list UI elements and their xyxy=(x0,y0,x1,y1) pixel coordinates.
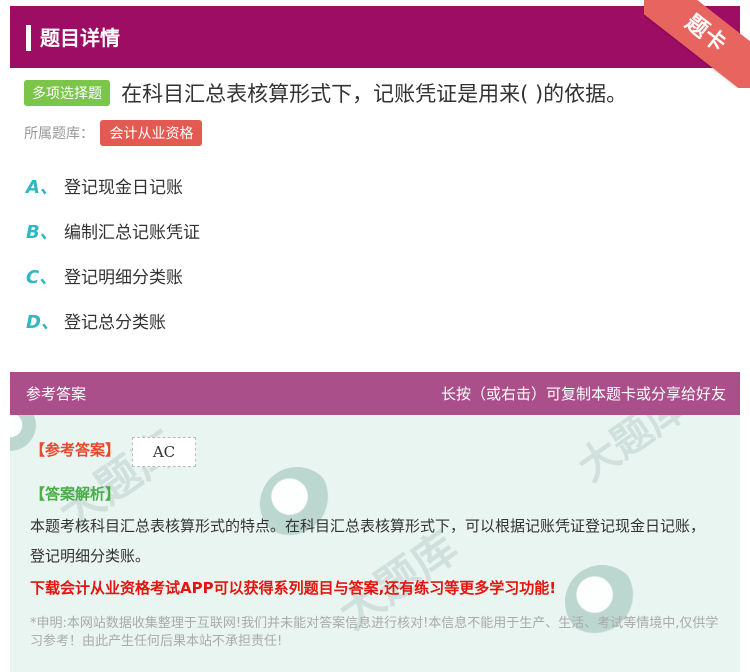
question-bank-row: 所属题库： 会计从业资格 xyxy=(24,120,203,146)
option-list: A、 登记现金日记账 B、 编制汇总记账凭证 C、 登记明细分类账 D、 登记总分类账 xyxy=(26,175,200,355)
option-b[interactable]: B、 编制汇总记账凭证 xyxy=(26,220,200,265)
option-letter: A、 xyxy=(26,177,58,198)
disclaimer-text: *申明:本网站数据收集整理于互联网!我们并未能对答案信息进行核对!本信息不能用于… xyxy=(30,616,719,649)
page-header: 题目详情 xyxy=(10,6,740,68)
analysis-text: 本题考核科目汇总表核算形式的特点。在科目汇总表核算形式下，可以根据记账凭证登记现… xyxy=(30,517,706,565)
question-stem: 多项选择题 在科目汇总表核算形式下，记账凭证是用来( )的依据。 xyxy=(24,78,724,108)
question-card-ribbon[interactable]: 题卡 xyxy=(644,0,750,88)
question-text: 在科目汇总表核算形式下，记账凭证是用来( )的依据。 xyxy=(121,82,628,106)
option-a[interactable]: A、 登记现金日记账 xyxy=(26,175,200,220)
option-letter: C、 xyxy=(26,267,58,288)
option-letter: D、 xyxy=(26,312,59,333)
header-accent-bar xyxy=(26,25,31,51)
question-type-tag: 多项选择题 xyxy=(24,80,110,106)
option-c[interactable]: C、 登记明细分类账 xyxy=(26,265,200,310)
option-text: 登记明细分类账 xyxy=(64,268,183,288)
reference-answer-label: 【参考答案】 xyxy=(30,441,121,459)
question-card-corner[interactable]: 题卡 xyxy=(644,0,750,88)
option-text: 编制汇总记账凭证 xyxy=(64,223,200,243)
answer-section-title: 参考答案 xyxy=(26,385,87,403)
watermark-text-icon: 大题库 xyxy=(569,415,695,491)
question-bank-label: 所属题库： xyxy=(24,126,94,142)
option-text: 登记总分类账 xyxy=(64,313,166,333)
analysis-label: 【答案解析】 xyxy=(30,485,121,503)
option-letter: B、 xyxy=(26,222,58,243)
answer-panel: 大题库 大题库 大题库 【参考答案】 AC 【答案解析】 本题考核科目汇总表核算… xyxy=(10,415,740,672)
app-promo-text[interactable]: 下载会计从业资格考试APP可以获得系列题目与答案,还有练习等更多学习功能! xyxy=(30,577,556,598)
page-title: 题目详情 xyxy=(40,26,120,50)
share-hint: 长按（或右击）可复制本题卡或分享给好友 xyxy=(440,385,726,403)
question-bank-tag[interactable]: 会计从业资格 xyxy=(100,120,203,146)
answer-header-bar: 参考答案 长按（或右击）可复制本题卡或分享给好友 xyxy=(10,372,740,415)
option-d[interactable]: D、 登记总分类账 xyxy=(26,310,200,355)
reference-answer-value: AC xyxy=(132,437,196,467)
option-text: 登记现金日记账 xyxy=(64,178,183,198)
